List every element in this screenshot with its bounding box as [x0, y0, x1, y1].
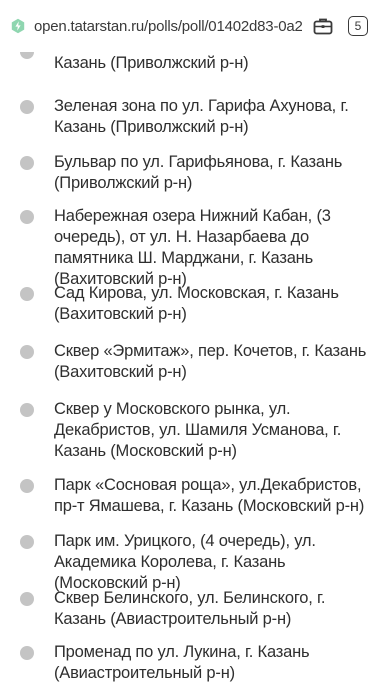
- list-item[interactable]: Парк «Сосновая роща», ул.Декабристов, пр…: [0, 475, 379, 531]
- list-item[interactable]: Бульвар по ул. Гарифьянова, г. Казань (П…: [0, 152, 379, 206]
- list-item[interactable]: Сквер у Московского рынка, ул. Декабрист…: [0, 399, 379, 475]
- list-item-label: Набережная озера Нижний Кабан, (3 очеред…: [54, 207, 331, 288]
- briefcase-icon[interactable]: [312, 16, 334, 36]
- list-item-label: Сад Кирова, ул. Московская, г. Казань (В…: [54, 284, 339, 323]
- list-item-label: Парк им. Урицкого, (4 очередь), ул. Акад…: [54, 532, 316, 592]
- list-item-label: Зеленая зона по ул. Гарифа Ахунова, г. К…: [54, 97, 349, 136]
- list-item-label: Сквер «Эрмитаж», пер. Кочетов, г. Казань…: [54, 342, 367, 381]
- list-item-label: Сквер у Московского рынка, ул. Декабрист…: [54, 400, 342, 460]
- list-item-label: Парк «Сосновая роща», ул.Декабристов, пр…: [54, 476, 365, 515]
- radio-bullet[interactable]: [20, 592, 34, 606]
- url-field[interactable]: open.tatarstan.ru/polls/poll/01402d83-0a…: [34, 18, 302, 35]
- list-item[interactable]: Променад по ул. Лукина, г. Казань (Авиас…: [0, 642, 379, 698]
- list-item[interactable]: Сквер «Эрмитаж», пер. Кочетов, г. Казань…: [0, 341, 379, 399]
- radio-bullet[interactable]: [20, 403, 34, 417]
- list-item[interactable]: Парк им. Урицкого, (4 очередь), ул. Акад…: [0, 531, 379, 592]
- radio-bullet[interactable]: [20, 287, 34, 301]
- radio-bullet[interactable]: [20, 535, 34, 549]
- radio-bullet[interactable]: [20, 345, 34, 359]
- radio-bullet[interactable]: [20, 646, 34, 660]
- list-item[interactable]: Сад Кирова, ул. Московская, г. Казань (В…: [0, 283, 379, 341]
- list-item-label: Бульвар по ул. Гарифьянова, г. Казань (П…: [54, 153, 343, 192]
- tab-count-button[interactable]: 5: [348, 16, 368, 36]
- browser-address-bar: open.tatarstan.ru/polls/poll/01402d83-0a…: [0, 0, 379, 52]
- list-item-label: Сквер Белинского, ул. Белинского, г. Каз…: [54, 589, 326, 628]
- radio-bullet[interactable]: [20, 156, 34, 170]
- list-item[interactable]: Зеленая зона по ул. Гарифа Ахунова, г. К…: [0, 96, 379, 152]
- radio-bullet[interactable]: [20, 210, 34, 224]
- list-item-label: Променад по ул. Лукина, г. Казань (Авиас…: [54, 643, 310, 682]
- radio-bullet[interactable]: [20, 100, 34, 114]
- radio-bullet[interactable]: [20, 479, 34, 493]
- list-item[interactable]: Сквер Белинского, ул. Белинского, г. Каз…: [0, 588, 379, 642]
- poll-options-list: Сквер Славы, (2 очередь), ул. Г. Озерг, …: [0, 32, 379, 698]
- list-item[interactable]: Набережная озера Нижний Кабан, (3 очеред…: [0, 206, 379, 288]
- lightning-bolt-icon[interactable]: [10, 18, 26, 34]
